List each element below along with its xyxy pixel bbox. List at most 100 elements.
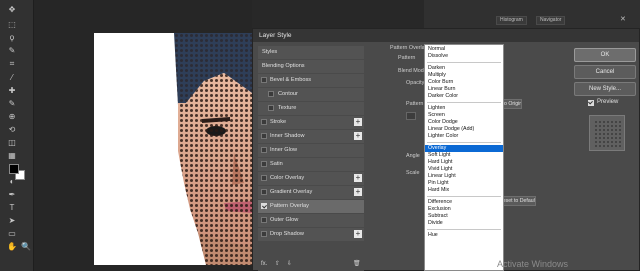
blend-option-linear-light[interactable]: Linear Light: [425, 173, 503, 180]
zoom-tool-icon[interactable]: 🔍: [20, 241, 32, 253]
move-up-icon[interactable]: ⇧: [275, 259, 280, 269]
shape-tool-icon[interactable]: ▭: [6, 228, 18, 240]
blend-option-linear-dodge-add[interactable]: Linear Dodge (Add): [425, 126, 503, 133]
style-checkbox[interactable]: [261, 175, 267, 181]
preview-checkbox[interactable]: [588, 100, 594, 106]
add-style-icon[interactable]: +: [354, 132, 362, 140]
style-item-label: Blending Options: [262, 63, 305, 69]
blend-option-dissolve[interactable]: Dissolve: [425, 53, 503, 60]
style-item-drop-shadow[interactable]: Drop Shadow +: [258, 228, 364, 241]
blend-option-screen[interactable]: Screen: [425, 112, 503, 119]
blend-option-divide[interactable]: Divide: [425, 220, 503, 227]
type-tool-icon[interactable]: T: [6, 202, 18, 214]
blend-option-linear-burn[interactable]: Linear Burn: [425, 86, 503, 93]
style-item-label: Outer Glow: [270, 217, 299, 223]
add-style-icon[interactable]: +: [354, 118, 362, 126]
blend-option-overlay[interactable]: Overlay: [425, 145, 503, 152]
healing-tool-icon[interactable]: ✚: [6, 85, 18, 97]
pen-tool-icon[interactable]: ✒: [6, 189, 18, 201]
add-style-icon[interactable]: +: [354, 174, 362, 182]
eraser-tool-icon[interactable]: ◫: [6, 137, 18, 149]
style-item-inner-glow[interactable]: Inner Glow: [258, 144, 364, 157]
blend-mode-dropdown[interactable]: Normal Dissolve Darken Multiply Color Burn Li…: [424, 44, 504, 271]
blend-option-color-dodge[interactable]: Color Dodge: [425, 119, 503, 126]
style-checkbox[interactable]: [261, 203, 267, 209]
marquee-tool-icon[interactable]: ⬚: [6, 19, 18, 31]
style-checkbox[interactable]: [261, 217, 267, 223]
scale-label: Scale: [406, 170, 420, 176]
blend-option-darken[interactable]: Darken: [425, 65, 503, 72]
style-item-bevel-emboss[interactable]: Bevel & Emboss: [258, 74, 364, 87]
history-brush-tool-icon[interactable]: ⟲: [6, 124, 18, 136]
style-item-color-overlay[interactable]: Color Overlay +: [258, 172, 364, 185]
cancel-button[interactable]: Cancel: [574, 65, 636, 79]
style-checkbox[interactable]: [268, 105, 274, 111]
blend-option-hard-mix[interactable]: Hard Mix: [425, 187, 503, 194]
style-item-satin[interactable]: Satin: [258, 158, 364, 171]
blend-option-color-burn[interactable]: Color Burn: [425, 79, 503, 86]
hand-tool-icon[interactable]: ✋: [6, 241, 18, 253]
fx-button[interactable]: fx.: [261, 259, 267, 269]
quick-select-tool-icon[interactable]: ✎: [6, 45, 18, 57]
style-item-contour[interactable]: Contour: [258, 88, 364, 101]
blend-option-soft-light[interactable]: Soft Light: [425, 152, 503, 159]
style-checkbox[interactable]: [261, 231, 267, 237]
style-item-blending-options[interactable]: Blending Options: [258, 60, 364, 73]
blend-option-normal[interactable]: Normal: [425, 46, 503, 53]
style-item-outer-glow[interactable]: Outer Glow: [258, 214, 364, 227]
close-icon[interactable]: ✕: [620, 16, 628, 24]
pattern-swatch[interactable]: [406, 112, 416, 120]
style-checkbox[interactable]: [261, 77, 267, 83]
add-style-icon[interactable]: +: [354, 188, 362, 196]
crop-tool-icon[interactable]: ⌗: [6, 58, 18, 70]
style-item-pattern-overlay[interactable]: Pattern Overlay: [258, 200, 364, 213]
style-checkbox[interactable]: [261, 119, 267, 125]
style-item-label: Inner Glow: [270, 147, 298, 153]
move-down-icon[interactable]: ⇩: [287, 259, 292, 269]
style-item-label: Styles: [262, 49, 278, 55]
blend-option-lighter-color[interactable]: Lighter Color: [425, 133, 503, 140]
style-item-styles[interactable]: Styles: [258, 46, 364, 59]
blend-option-hard-light[interactable]: Hard Light: [425, 159, 503, 166]
tab-histogram[interactable]: Histogram: [496, 16, 527, 25]
gradient-tool-icon[interactable]: ▦: [6, 150, 18, 162]
brush-tool-icon[interactable]: ✎: [6, 98, 18, 110]
style-item-inner-shadow[interactable]: Inner Shadow +: [258, 130, 364, 143]
blend-option-hue[interactable]: Hue: [425, 232, 503, 239]
blend-option-difference[interactable]: Difference: [425, 199, 503, 206]
canvas-area[interactable]: [34, 0, 252, 271]
preview-pattern: [595, 121, 621, 147]
tools-panel: ✥⬚ϙ✎⌗⁄✚✎⊕⟲◫▦💧◐✒T➤▭✋🔍: [0, 0, 34, 271]
tab-navigator[interactable]: Navigator: [536, 16, 566, 25]
stamp-tool-icon[interactable]: ⊕: [6, 111, 18, 123]
style-item-label: Inner Shadow: [270, 133, 305, 139]
menu-separator: [427, 196, 501, 197]
blend-option-darker-color[interactable]: Darker Color: [425, 93, 503, 100]
new-style-button[interactable]: New Style...: [574, 82, 636, 96]
blend-option-multiply[interactable]: Multiply: [425, 72, 503, 79]
style-checkbox[interactable]: [261, 161, 267, 167]
blend-option-exclusion[interactable]: Exclusion: [425, 206, 503, 213]
menu-separator: [427, 229, 501, 230]
foreground-color-swatch[interactable]: [9, 164, 19, 174]
style-checkbox[interactable]: [268, 91, 274, 97]
add-style-icon[interactable]: +: [354, 230, 362, 238]
lasso-tool-icon[interactable]: ϙ: [6, 32, 18, 44]
style-item-stroke[interactable]: Stroke +: [258, 116, 364, 129]
blend-option-lighten[interactable]: Lighten: [425, 105, 503, 112]
style-item-gradient-overlay[interactable]: Gradient Overlay +: [258, 186, 364, 199]
move-tool-icon[interactable]: ✥: [6, 4, 18, 16]
style-item-label: Contour: [278, 91, 298, 97]
style-checkbox[interactable]: [261, 133, 267, 139]
path-select-tool-icon[interactable]: ➤: [6, 215, 18, 227]
document-canvas[interactable]: [94, 33, 252, 265]
style-item-texture[interactable]: Texture: [258, 102, 364, 115]
trash-icon[interactable]: 🗑: [353, 259, 361, 269]
blend-option-vivid-light[interactable]: Vivid Light: [425, 166, 503, 173]
style-checkbox[interactable]: [261, 189, 267, 195]
blend-option-pin-light[interactable]: Pin Light: [425, 180, 503, 187]
style-checkbox[interactable]: [261, 147, 267, 153]
ok-button[interactable]: OK: [574, 48, 636, 62]
blend-option-subtract[interactable]: Subtract: [425, 213, 503, 220]
eyedropper-tool-icon[interactable]: ⁄: [6, 72, 18, 84]
